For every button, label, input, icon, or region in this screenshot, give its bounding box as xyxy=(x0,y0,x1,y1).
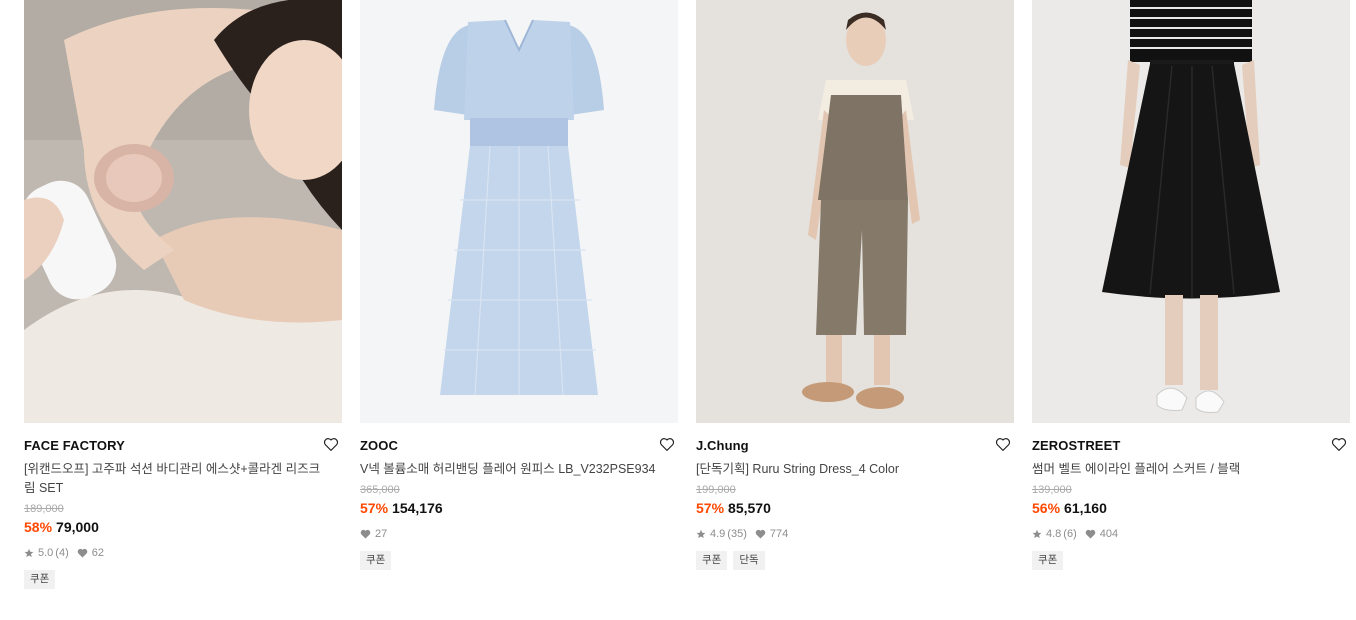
badge-list: 쿠폰 xyxy=(1032,551,1350,570)
wishlist-heart-icon[interactable] xyxy=(322,435,340,453)
product-meta: 4.9 (35) 774 xyxy=(696,526,1014,542)
product-card[interactable]: J.Chung [단독기획] Ruru String Dress_4 Color… xyxy=(696,0,1014,570)
rating-value: 5.0 xyxy=(38,547,54,559)
badge-list: 쿠폰 xyxy=(24,570,342,589)
brand-name[interactable]: ZOOC xyxy=(360,437,678,455)
badge-list: 쿠폰 xyxy=(360,551,678,570)
brand-name[interactable]: FACE FACTORY xyxy=(24,437,342,455)
review-count: (4) xyxy=(55,547,69,559)
wishlist-heart-icon[interactable] xyxy=(658,435,676,453)
discount-rate: 57% xyxy=(360,500,389,516)
wishlist-heart-icon[interactable] xyxy=(994,435,1012,453)
price-row: 57% 154,176 xyxy=(360,499,678,517)
like-count: 774 xyxy=(769,528,789,540)
sale-price: 61,160 xyxy=(1064,500,1107,516)
product-title[interactable]: V넥 볼륨소매 허리밴딩 플레어 원피스 LB_V232PSE934 xyxy=(360,460,660,479)
like-heart-icon xyxy=(77,548,88,558)
sale-price: 85,570 xyxy=(728,500,771,516)
star-icon xyxy=(1032,529,1042,539)
star-icon xyxy=(696,529,706,539)
product-image[interactable] xyxy=(360,0,678,423)
product-image[interactable] xyxy=(24,0,342,423)
price-row: 56% 61,160 xyxy=(1032,499,1350,517)
star-icon xyxy=(24,548,34,558)
product-meta: 27 xyxy=(360,526,678,542)
review-count: (35) xyxy=(727,528,747,540)
wishlist-heart-icon[interactable] xyxy=(1330,435,1348,453)
original-price: 199,000 xyxy=(696,484,736,496)
product-card[interactable]: ZEROSTREET 썸머 벨트 에이라인 플레어 스커트 / 블랙 139,0… xyxy=(1032,0,1350,570)
like-count: 27 xyxy=(375,528,388,540)
brand-name[interactable]: J.Chung xyxy=(696,437,1014,455)
product-grid: FACE FACTORY [위캔드오프] 고주파 석션 바디관리 에스샷+콜라겐… xyxy=(0,0,1356,620)
like-heart-icon xyxy=(360,529,371,539)
like-count: 62 xyxy=(91,547,104,559)
product-meta: 5.0 (4) 62 xyxy=(24,545,342,561)
coupon-badge: 쿠폰 xyxy=(696,551,728,570)
original-price: 189,000 xyxy=(24,503,64,515)
sale-price: 154,176 xyxy=(392,500,443,516)
sale-price: 79,000 xyxy=(56,519,99,535)
product-image[interactable] xyxy=(696,0,1014,423)
like-count: 404 xyxy=(1099,528,1119,540)
product-title[interactable]: 썸머 벨트 에이라인 플레어 스커트 / 블랙 xyxy=(1032,460,1332,479)
rating-value: 4.8 xyxy=(1046,528,1062,540)
like-heart-icon xyxy=(1085,529,1096,539)
product-card[interactable]: ZOOC V넥 볼륨소매 허리밴딩 플레어 원피스 LB_V232PSE934 … xyxy=(360,0,678,570)
price-row: 58% 79,000 xyxy=(24,518,342,536)
like-heart-icon xyxy=(755,529,766,539)
product-image[interactable] xyxy=(1032,0,1350,423)
brand-name[interactable]: ZEROSTREET xyxy=(1032,437,1350,455)
product-title[interactable]: [위캔드오프] 고주파 석션 바디관리 에스샷+콜라겐 리즈크림 SET xyxy=(24,460,324,498)
original-price: 365,000 xyxy=(360,484,400,496)
product-title[interactable]: [단독기획] Ruru String Dress_4 Color xyxy=(696,460,996,479)
coupon-badge: 쿠폰 xyxy=(360,551,392,570)
original-price: 139,000 xyxy=(1032,484,1072,496)
discount-rate: 57% xyxy=(696,500,725,516)
product-meta: 4.8 (6) 404 xyxy=(1032,526,1350,542)
coupon-badge: 쿠폰 xyxy=(24,570,56,589)
review-count: (6) xyxy=(1063,528,1077,540)
rating-value: 4.9 xyxy=(710,528,726,540)
badge-list: 쿠폰 단독 xyxy=(696,551,1014,570)
discount-rate: 58% xyxy=(24,519,53,535)
exclusive-badge: 단독 xyxy=(733,551,765,570)
coupon-badge: 쿠폰 xyxy=(1032,551,1064,570)
discount-rate: 56% xyxy=(1032,500,1061,516)
product-card[interactable]: FACE FACTORY [위캔드오프] 고주파 석션 바디관리 에스샷+콜라겐… xyxy=(24,0,342,589)
price-row: 57% 85,570 xyxy=(696,499,1014,517)
